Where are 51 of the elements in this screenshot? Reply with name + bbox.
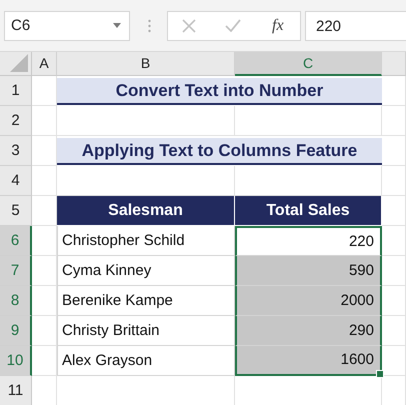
table-header-cell: Salesman bbox=[57, 196, 235, 226]
table-cell[interactable]: 590 bbox=[235, 256, 382, 286]
sheet-title: Applying Text to Columns Feature bbox=[57, 138, 382, 165]
empty-cell[interactable] bbox=[32, 226, 57, 256]
empty-cell[interactable] bbox=[382, 136, 406, 166]
row-header[interactable]: 4 bbox=[0, 166, 32, 196]
table-cell[interactable]: 290 bbox=[235, 316, 382, 346]
column-header[interactable]: B bbox=[57, 52, 235, 76]
empty-cell[interactable] bbox=[57, 106, 235, 136]
empty-cell[interactable] bbox=[32, 316, 57, 346]
table-cell[interactable]: Christopher Schild bbox=[57, 226, 235, 256]
column-header[interactable] bbox=[382, 52, 406, 76]
sheet-title: Convert Text into Number bbox=[57, 78, 382, 105]
table-cell[interactable]: 2000 bbox=[235, 286, 382, 316]
row-header[interactable]: 9 bbox=[0, 316, 32, 346]
empty-cell[interactable] bbox=[32, 106, 57, 136]
empty-cell[interactable] bbox=[382, 286, 406, 316]
empty-cell[interactable] bbox=[32, 166, 57, 196]
empty-cell[interactable] bbox=[382, 316, 406, 346]
table-header-cell: Total Sales bbox=[235, 196, 382, 226]
row-header[interactable]: 5 bbox=[0, 196, 32, 226]
row-header[interactable]: 1 bbox=[0, 76, 32, 106]
select-all-icon[interactable] bbox=[10, 54, 28, 72]
drag-handle-icon[interactable] bbox=[148, 18, 151, 32]
formula-field[interactable]: 220 bbox=[305, 10, 406, 40]
column-header[interactable]: C bbox=[235, 52, 382, 76]
empty-cell[interactable] bbox=[32, 286, 57, 316]
empty-cell[interactable] bbox=[32, 346, 57, 376]
empty-cell[interactable] bbox=[382, 166, 406, 196]
empty-cell[interactable] bbox=[382, 106, 406, 136]
check-icon[interactable] bbox=[225, 19, 242, 32]
column-header[interactable]: A bbox=[32, 52, 57, 76]
row-header[interactable]: 3 bbox=[0, 136, 32, 166]
row-header[interactable]: 7 bbox=[0, 256, 32, 286]
row-header[interactable]: 2 bbox=[0, 106, 32, 136]
cancel-icon[interactable] bbox=[182, 18, 196, 32]
insert-function-button[interactable]: fx bbox=[270, 16, 286, 34]
empty-cell[interactable] bbox=[382, 346, 406, 376]
empty-cell[interactable] bbox=[32, 256, 57, 286]
row-header[interactable]: 8 bbox=[0, 286, 32, 316]
empty-cell[interactable] bbox=[235, 106, 382, 136]
empty-cell[interactable] bbox=[382, 196, 406, 226]
row-header[interactable]: 10 bbox=[0, 346, 32, 376]
row-header[interactable]: 6 bbox=[0, 226, 32, 256]
empty-cell[interactable] bbox=[382, 256, 406, 286]
row-header[interactable]: 11 bbox=[0, 376, 32, 405]
fill-handle[interactable] bbox=[376, 370, 384, 378]
table-cell[interactable]: 1600 bbox=[235, 346, 382, 376]
name-box[interactable]: C6 bbox=[4, 10, 130, 40]
caret-icon[interactable] bbox=[113, 23, 121, 28]
empty-cell[interactable] bbox=[382, 226, 406, 256]
